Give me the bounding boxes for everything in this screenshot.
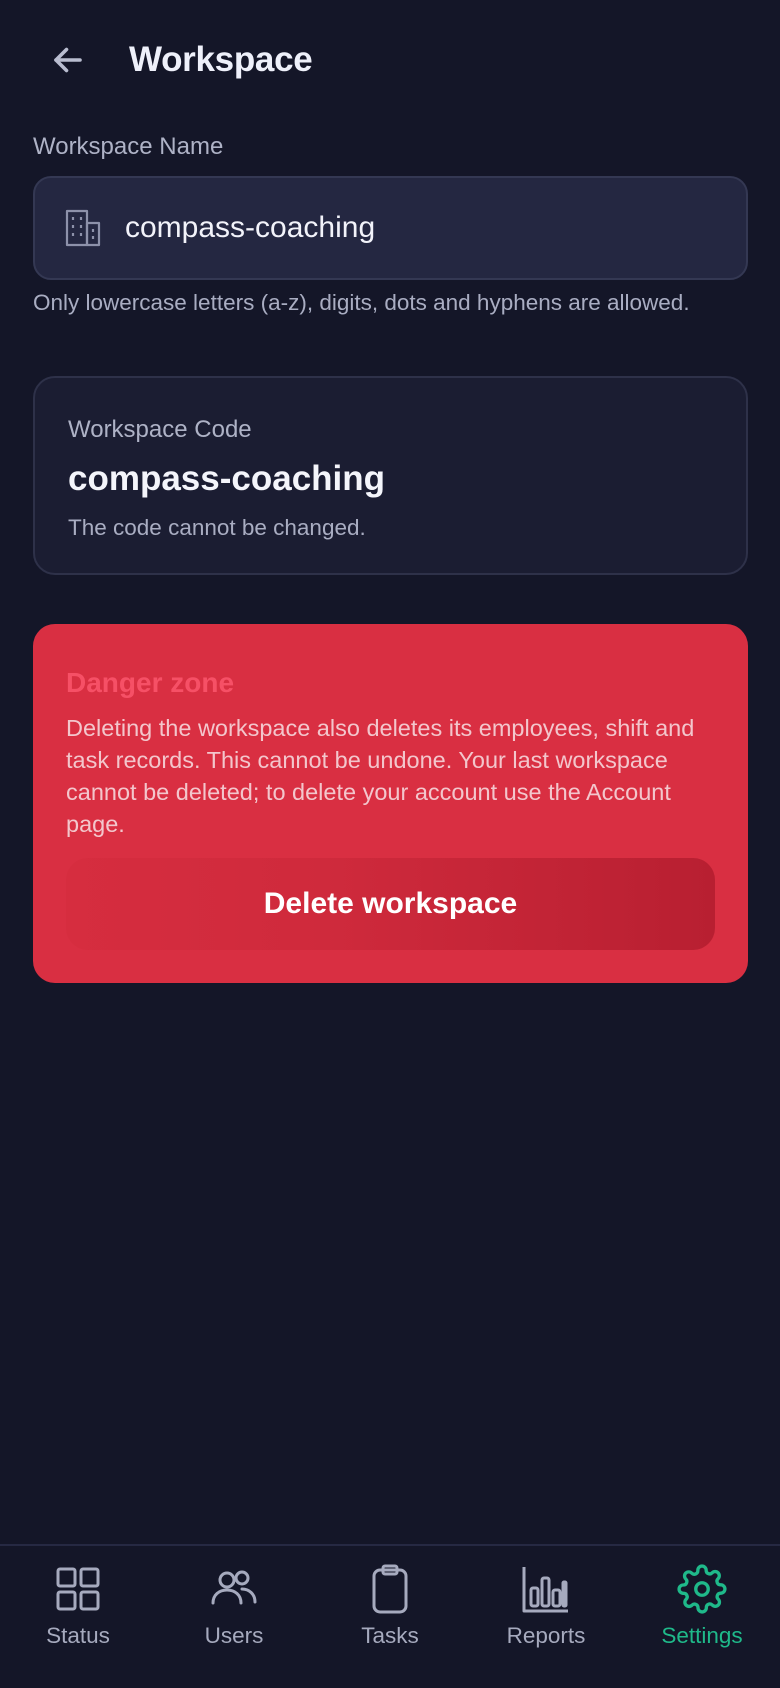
workspace-settings-page: Workspace Workspace Name Only lowercase … [0,0,780,1688]
page-title: Workspace [129,40,313,79]
workspace-name-field[interactable] [33,176,748,280]
bottom-nav: Status Users Tasks Reports Settings [0,1544,780,1688]
header: Workspace [0,0,780,120]
nav-item-users[interactable]: Users [156,1546,312,1688]
clipboard-icon [365,1564,415,1614]
back-button[interactable] [44,36,92,84]
nav-label-settings: Settings [661,1623,743,1648]
danger-zone-card: Danger zone Deleting the workspace also … [33,624,748,983]
nav-item-tasks[interactable]: Tasks [312,1546,468,1688]
workspace-code-note: The code cannot be changed. [68,515,366,540]
nav-label-tasks: Tasks [361,1623,419,1648]
danger-zone-description: Deleting the workspace also deletes its … [66,715,695,837]
nav-item-status[interactable]: Status [0,1546,156,1688]
bar-chart-icon [521,1564,571,1614]
gear-icon [677,1564,727,1614]
workspace-name-hint: Only lowercase letters (a-z), digits, do… [33,290,690,315]
building-icon [63,208,103,248]
nav-label-users: Users [204,1623,264,1648]
arrow-left-icon [54,47,82,73]
nav-item-settings[interactable]: Settings [624,1546,780,1688]
users-icon [209,1564,259,1614]
grid-icon [53,1564,103,1614]
danger-zone-title: Danger zone [66,667,235,698]
workspace-code-value: compass-coaching [68,459,386,498]
delete-workspace-button[interactable]: Delete workspace [66,858,715,950]
workspace-name-label: Workspace Name [33,133,224,160]
nav-label-reports: Reports [506,1623,586,1648]
workspace-code-label: Workspace Code [68,416,252,443]
nav-label-status: Status [46,1623,110,1648]
workspace-name-input[interactable] [125,198,705,258]
nav-item-reports[interactable]: Reports [468,1546,624,1688]
workspace-code-card: Workspace Code compass-coaching The code… [33,376,748,575]
